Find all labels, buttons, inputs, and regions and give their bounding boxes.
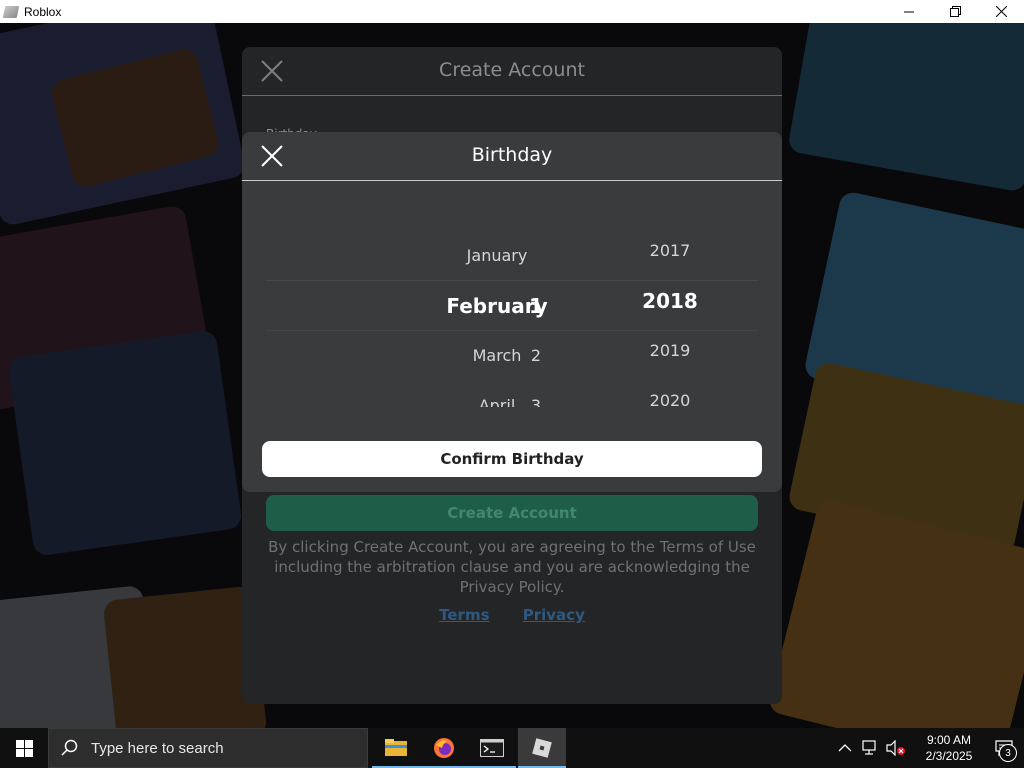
create-account-title: Create Account	[439, 59, 585, 81]
window-controls	[886, 0, 1024, 23]
start-button[interactable]	[0, 728, 48, 768]
terms-link[interactable]: Terms	[439, 606, 489, 624]
privacy-link[interactable]: Privacy	[523, 606, 585, 624]
create-account-button[interactable]: Create Account	[266, 495, 758, 531]
taskbar: Type here to search 9:00 AM 2/3/2025 3	[0, 728, 1024, 768]
firefox-icon	[434, 738, 454, 758]
minimize-icon	[904, 11, 914, 12]
close-icon	[995, 6, 1007, 17]
restore-icon	[949, 6, 961, 17]
terminal-icon	[480, 739, 504, 757]
taskbar-search[interactable]: Type here to search	[48, 728, 368, 768]
roblox-app-icon	[2, 5, 20, 18]
window-titlebar: Roblox	[0, 0, 1024, 23]
windows-logo-icon	[15, 739, 33, 757]
restore-button[interactable]	[932, 0, 978, 23]
volume-muted-icon[interactable]	[886, 740, 906, 756]
terms-disclaimer: By clicking Create Account, you are agre…	[268, 538, 756, 596]
close-window-button[interactable]	[978, 0, 1024, 23]
clock-date: 2/3/2025	[925, 749, 973, 763]
confirm-birthday-button[interactable]: Confirm Birthday	[262, 441, 762, 477]
search-placeholder: Type here to search	[91, 739, 224, 757]
legal-links: Terms Privacy	[242, 606, 782, 624]
birthday-title: Birthday	[471, 144, 553, 166]
picker-divider	[266, 280, 758, 281]
taskbar-roblox[interactable]	[518, 728, 566, 768]
birthday-modal: Birthday January February March April 1 …	[242, 132, 782, 492]
date-picker[interactable]: January February March April 1 2 3 2017 …	[242, 232, 782, 407]
create-account-header: Create Account	[242, 47, 782, 96]
window-title: Roblox	[24, 4, 62, 19]
birthday-header: Birthday	[242, 132, 782, 181]
network-icon[interactable]	[862, 740, 880, 756]
taskbar-firefox[interactable]	[420, 728, 468, 768]
chevron-up-icon[interactable]	[838, 743, 852, 753]
roblox-icon	[532, 738, 552, 758]
clock-time: 9:00 AM	[926, 733, 972, 747]
search-icon	[61, 739, 78, 756]
picker-divider	[266, 330, 758, 331]
month-option[interactable]: January	[417, 246, 577, 265]
notification-count-badge: 3	[999, 744, 1017, 762]
file-explorer-icon	[385, 739, 407, 756]
year-option[interactable]: 2017	[590, 241, 750, 260]
minimize-button[interactable]	[886, 0, 932, 23]
system-tray: 9:00 AM 2/3/2025 3	[838, 728, 1024, 768]
year-option-selected[interactable]: 2018	[590, 289, 750, 313]
notification-center-button[interactable]: 3	[984, 728, 1024, 768]
taskbar-clock[interactable]: 9:00 AM 2/3/2025	[914, 732, 984, 764]
taskbar-file-explorer[interactable]	[372, 728, 420, 768]
taskbar-terminal[interactable]	[468, 728, 516, 768]
year-option[interactable]: 2019	[590, 341, 750, 360]
year-option[interactable]: 2020	[590, 391, 750, 407]
